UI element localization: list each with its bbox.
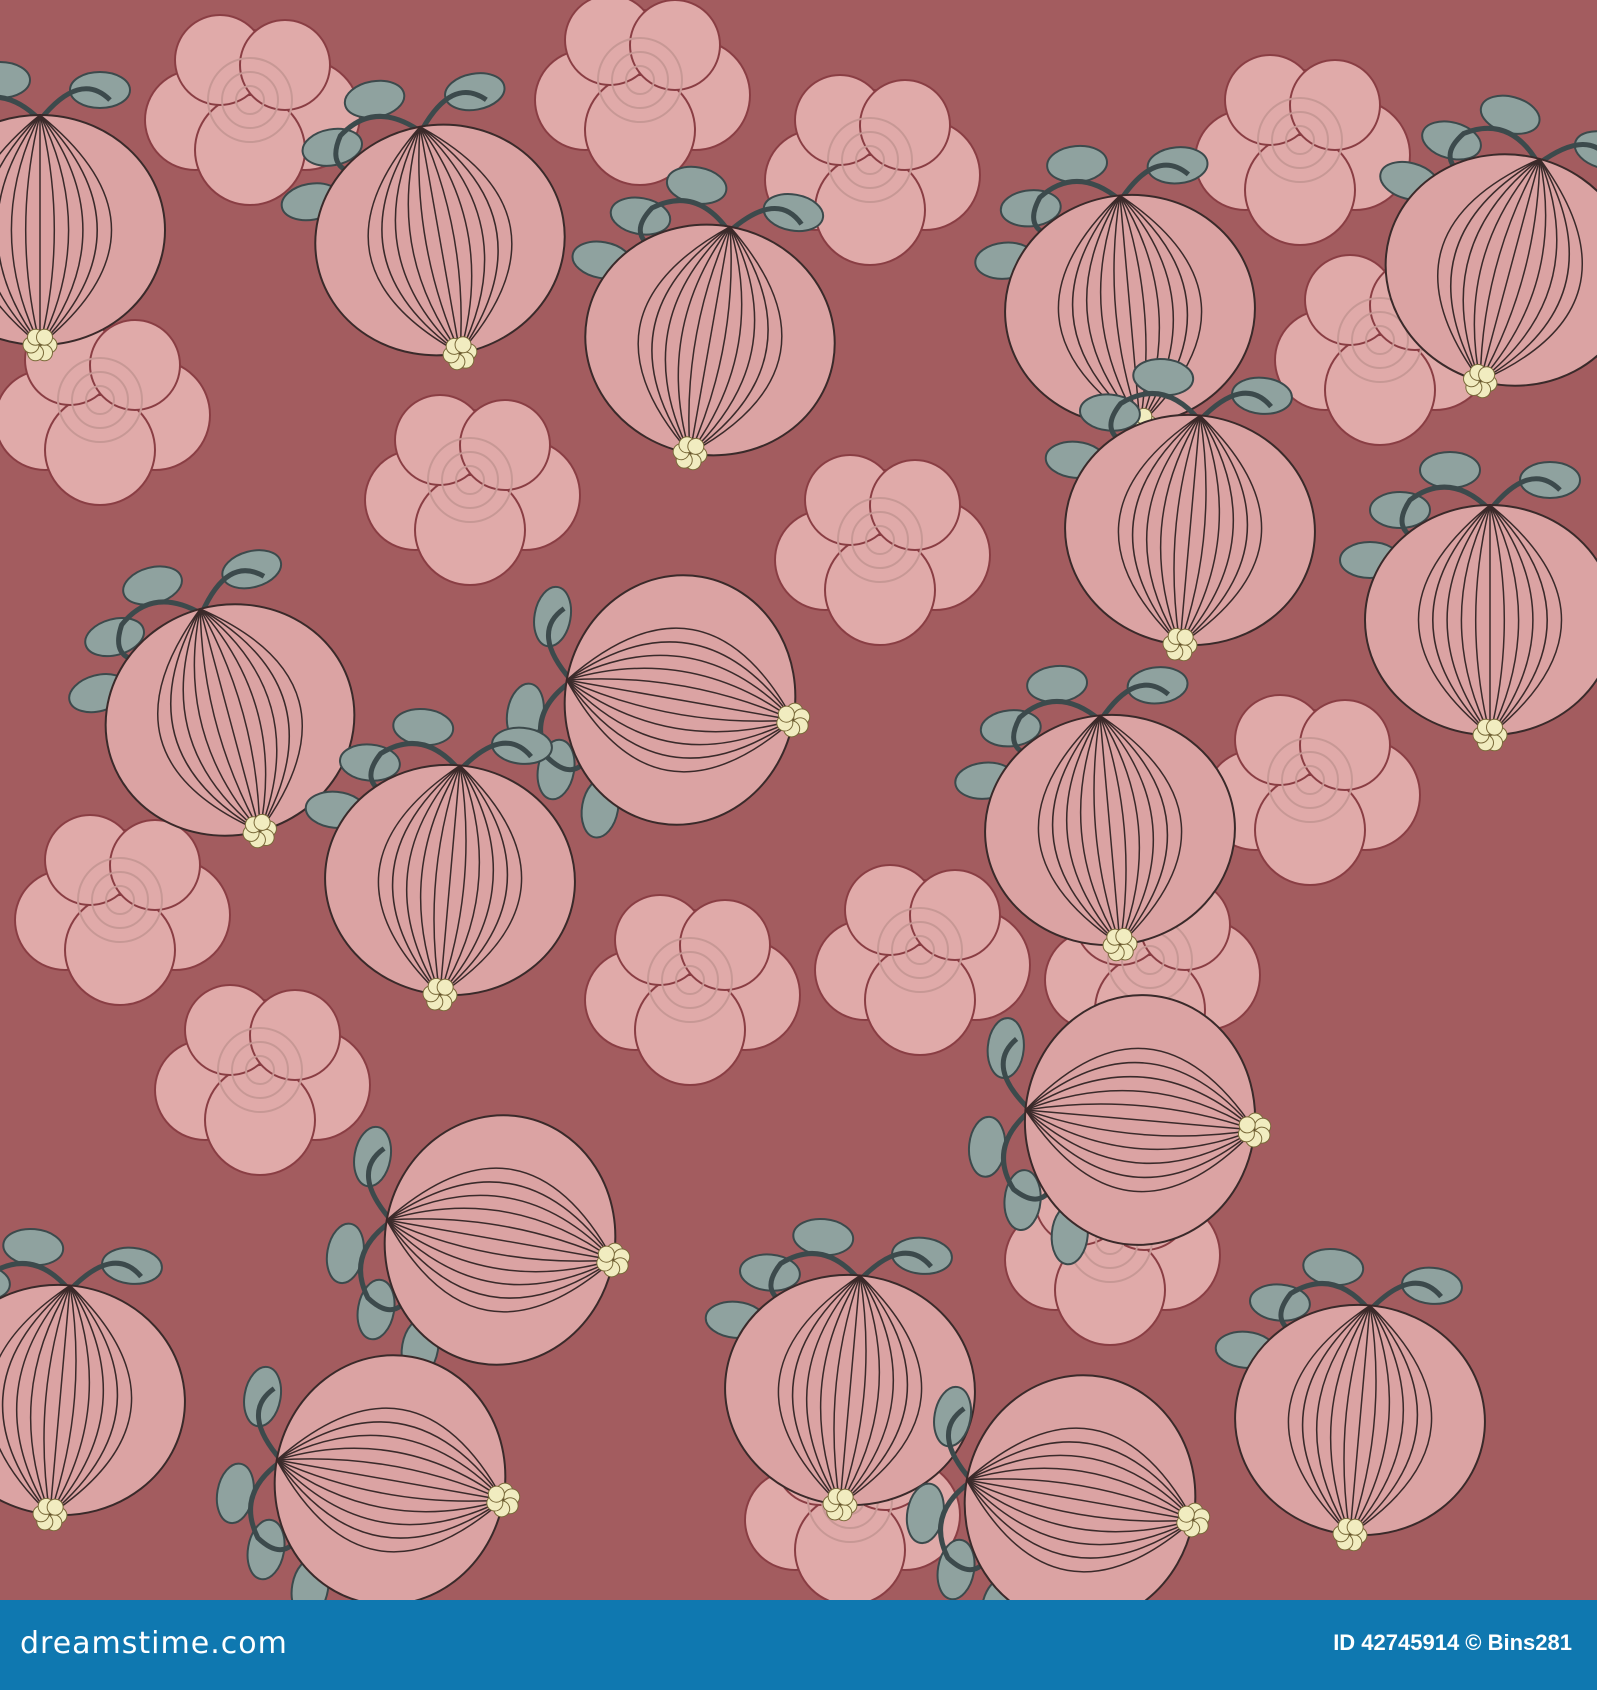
onion <box>215 1354 521 1619</box>
footer-bar: dreamstime.com ID 42745914 © Bins281 <box>0 1600 1597 1690</box>
onion <box>967 994 1272 1266</box>
onion <box>1339 451 1597 752</box>
cloud-leaf <box>584 894 801 1086</box>
onion <box>1214 1247 1486 1552</box>
cloud-leaf <box>534 0 751 186</box>
seamless-onion-pattern <box>0 0 1597 1639</box>
pattern-illustration <box>0 0 1597 1639</box>
onion <box>0 1227 186 1532</box>
cloud-leaf <box>364 394 581 586</box>
onion <box>0 61 166 362</box>
cloud-leaf <box>774 454 991 646</box>
image-credit: ID 42745914 © Bins281 <box>1333 1630 1572 1655</box>
dreamstime-logo[interactable]: dreamstime.com <box>20 1626 288 1661</box>
cloud-leaf <box>1204 694 1421 886</box>
cloud-leaf <box>764 74 981 266</box>
cloud-leaf <box>154 984 371 1176</box>
cloud-leaf <box>14 814 231 1006</box>
cloud-leaf <box>1194 54 1411 246</box>
cloud-leaf <box>144 14 361 206</box>
